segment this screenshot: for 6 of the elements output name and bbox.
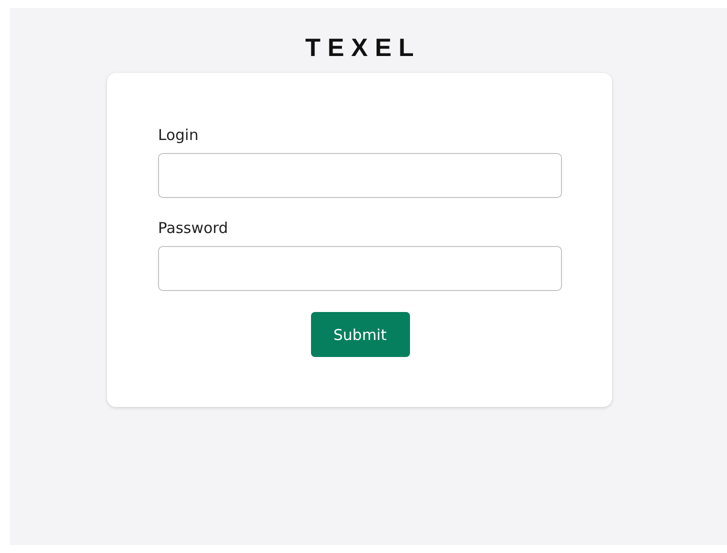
input-field[interactable] [158,246,562,291]
logo: TEXEL [304,34,422,62]
submit-button[interactable]: Submit [310,312,410,357]
field-label: Login [158,125,200,145]
input-field[interactable] [158,153,562,198]
field-label: Password [158,218,230,238]
